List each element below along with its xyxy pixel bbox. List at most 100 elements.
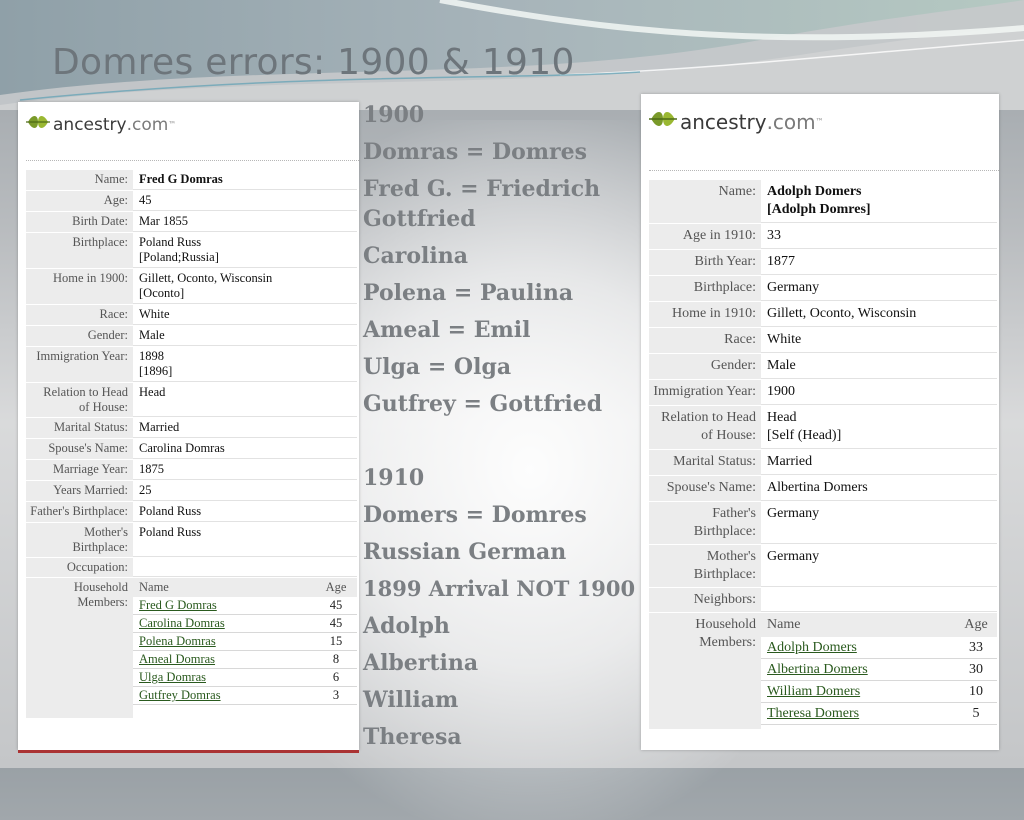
logo-suffix: .com xyxy=(126,114,169,135)
ancestry-logo: ancestry .com ™ xyxy=(26,112,176,137)
member-name-link[interactable]: Ulga Domras xyxy=(139,670,206,685)
household-row: Gutfrey Domras 3 xyxy=(133,687,357,705)
member-name-link[interactable]: Albertina Domers xyxy=(767,661,868,679)
census-1900-card: ancestry .com ™ Name: Fred G Domras Age: 45 Bi… xyxy=(18,102,359,753)
record-row: Birthplace: Germany xyxy=(649,276,997,302)
field-label: Birthplace: xyxy=(649,276,761,301)
note-line: Theresa xyxy=(363,724,462,750)
logo-tm: ™ xyxy=(815,117,824,126)
field-label: Race: xyxy=(26,305,133,325)
record-row: Home in 1910: Gillett, Oconto, Wisconsin xyxy=(649,302,997,328)
record-row: Gender: Male xyxy=(649,354,997,380)
field-label: Birth Date: xyxy=(26,212,133,232)
household-row: Polena Domras 15 xyxy=(133,633,357,651)
record-1910-fields: Name: Adolph Domers [Adolph Domres] Age in… xyxy=(649,180,997,729)
logo-brand: ancestry xyxy=(680,109,767,134)
logo-divider xyxy=(649,170,999,171)
field-value: Albertina Domers xyxy=(761,476,997,501)
field-value xyxy=(133,558,357,577)
record-row: Relation to Head of House: Head xyxy=(26,383,357,418)
household-header: Name Age xyxy=(133,578,357,597)
field-value xyxy=(761,588,997,612)
field-value: 1877 xyxy=(761,250,997,275)
field-label: Name: xyxy=(26,170,133,190)
household-row: Adolph Domers 33 xyxy=(761,637,997,659)
field-label: Age in 1910: xyxy=(649,224,761,249)
household-header: Name Age xyxy=(761,613,997,637)
member-age: 3 xyxy=(332,688,340,702)
member-name-link[interactable]: Carolina Domras xyxy=(139,616,225,631)
record-row: Name: Fred G Domras xyxy=(26,170,357,191)
field-value: Gillett, Oconto, Wisconsin [Oconto] xyxy=(133,269,357,304)
note-line: Gutfrey = Gottfried xyxy=(363,391,603,417)
field-value: Mar 1855 xyxy=(133,212,357,232)
note-line: Polena = Paulina xyxy=(363,280,574,306)
person-name: Adolph Domers [Adolph Domres] xyxy=(761,180,997,223)
member-name-link[interactable]: Ameal Domras xyxy=(139,652,215,667)
note-line: 1900 xyxy=(363,102,425,128)
member-name-link[interactable]: Gutfrey Domras xyxy=(139,688,221,703)
field-value: Married xyxy=(761,450,997,475)
col-name-header: Name xyxy=(139,580,169,594)
note-line: Fred G. = Friedrich Gottfried xyxy=(363,176,601,232)
record-row: Gender: Male xyxy=(26,326,357,347)
household-row: Fred G Domras 45 xyxy=(133,597,357,615)
col-age-header: Age xyxy=(964,617,988,632)
field-value: 33 xyxy=(761,224,997,249)
household-section: Household Members: Name Age Adolph Domers 33… xyxy=(649,613,997,729)
note-line: Domras = Domres xyxy=(363,139,588,165)
leaf-icon xyxy=(649,107,677,136)
field-value: 45 xyxy=(133,191,357,211)
field-label: Spouse's Name: xyxy=(649,476,761,501)
census-1910-card: ancestry .com ™ Name: Adolph Domers [Adolph… xyxy=(641,94,999,750)
field-value: Male xyxy=(133,326,357,346)
member-age: 10 xyxy=(969,684,983,699)
member-name-link[interactable]: Adolph Domers xyxy=(767,639,857,657)
member-name-link[interactable]: Polena Domras xyxy=(139,634,216,649)
field-label: Mother's Birthplace: xyxy=(649,545,761,587)
record-row: Immigration Year: 1900 xyxy=(649,380,997,406)
member-name-link[interactable]: Theresa Domers xyxy=(767,705,859,723)
field-value: White xyxy=(761,328,997,353)
field-label: Relation to Head of House: xyxy=(26,383,133,417)
field-value: 1898 [1896] xyxy=(133,347,357,382)
record-row: Marital Status: Married xyxy=(649,450,997,476)
household-row: Theresa Domers 5 xyxy=(761,703,997,725)
record-row: Years Married: 25 xyxy=(26,481,357,502)
household-table: Name Age Adolph Domers 33 Albertina Domers 30… xyxy=(761,613,997,729)
field-label: Father's Birthplace: xyxy=(649,502,761,544)
record-row: Marital Status: Married xyxy=(26,418,357,439)
member-name-link[interactable]: William Domers xyxy=(767,683,860,701)
member-name-link[interactable]: Fred G Domras xyxy=(139,598,217,613)
field-value: Head [Self (Head)] xyxy=(761,406,997,449)
note-line: 1910 xyxy=(363,465,425,491)
member-age: 5 xyxy=(972,706,980,721)
note-line: Ulga = Olga xyxy=(363,354,512,380)
field-value: 25 xyxy=(133,481,357,501)
member-age: 45 xyxy=(329,598,343,612)
record-row: Marriage Year: 1875 xyxy=(26,460,357,481)
note-line: Carolina xyxy=(363,243,468,269)
record-row: Birthplace: Poland Russ [Poland;Russia] xyxy=(26,233,357,269)
field-label: Gender: xyxy=(649,354,761,379)
person-name: Fred G Domras xyxy=(133,170,357,190)
field-label: Age: xyxy=(26,191,133,211)
field-label: Marital Status: xyxy=(26,418,133,438)
record-row: Immigration Year: 1898 [1896] xyxy=(26,347,357,383)
record-row: Name: Adolph Domers [Adolph Domres] xyxy=(649,180,997,224)
field-value: White xyxy=(133,305,357,325)
household-label: Household Members: xyxy=(26,578,133,718)
record-1900-fields: Name: Fred G Domras Age: 45 Birth Date: Mar 1… xyxy=(26,170,357,718)
field-label: Marriage Year: xyxy=(26,460,133,480)
note-line: Albertina xyxy=(363,650,479,676)
note-line xyxy=(363,426,641,463)
record-row: Birth Date: Mar 1855 xyxy=(26,212,357,233)
record-row: Spouse's Name: Carolina Domras xyxy=(26,439,357,460)
member-age: 30 xyxy=(969,662,983,677)
record-row: Father's Birthplace: Poland Russ xyxy=(26,502,357,523)
household-row: Ameal Domras 8 xyxy=(133,651,357,669)
field-value: 1875 xyxy=(133,460,357,480)
field-label: Immigration Year: xyxy=(649,380,761,405)
field-label: Birth Year: xyxy=(649,250,761,275)
record-row: Race: White xyxy=(649,328,997,354)
